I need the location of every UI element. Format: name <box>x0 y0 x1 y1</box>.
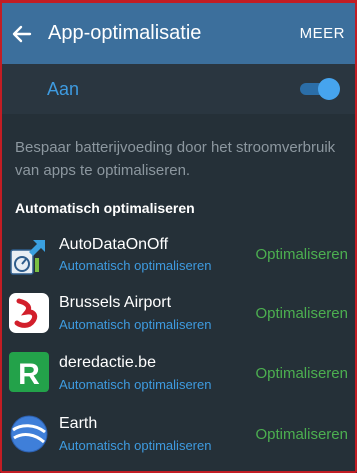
svg-text:R: R <box>18 358 40 391</box>
deredactie-icon: R <box>9 352 49 392</box>
app-row-brussels-airport[interactable]: Brussels Airport Automatisch optimaliser… <box>0 288 357 348</box>
app-row-autodataonoff[interactable]: AutoDataOnOff Automatisch optimaliseren … <box>0 228 357 288</box>
master-toggle-row[interactable]: Aan <box>0 64 357 114</box>
optimize-button[interactable]: Optimaliseren <box>255 305 348 322</box>
optimize-button[interactable]: Optimaliseren <box>255 426 348 443</box>
app-name: Earth <box>59 415 98 432</box>
brussels-airport-icon <box>9 293 49 333</box>
master-toggle-switch[interactable] <box>300 78 340 100</box>
app-name: Brussels Airport <box>59 294 172 311</box>
app-row-deredactie[interactable]: R deredactie.be Automatisch optimalisere… <box>0 348 357 408</box>
section-header: Automatisch optimaliseren <box>15 200 195 216</box>
optimize-button[interactable]: Optimaliseren <box>255 246 348 263</box>
app-status: Automatisch optimaliseren <box>59 438 212 453</box>
autodata-icon <box>10 240 45 275</box>
app-row-earth[interactable]: Earth Automatisch optimaliseren Optimali… <box>0 408 357 468</box>
switch-thumb <box>318 78 340 100</box>
back-button[interactable] <box>2 14 42 54</box>
earth-icon <box>10 415 48 453</box>
page-title: App-optimalisatie <box>48 22 202 44</box>
master-toggle-label: Aan <box>47 79 80 99</box>
app-bar: App-optimalisatie MEER <box>0 0 357 64</box>
app-status: Automatisch optimaliseren <box>59 317 212 332</box>
app-status: Automatisch optimaliseren <box>59 377 212 392</box>
app-name: deredactie.be <box>59 354 156 371</box>
app-status: Automatisch optimaliseren <box>59 258 212 273</box>
optimize-button[interactable]: Optimaliseren <box>255 365 348 382</box>
app-name: AutoDataOnOff <box>59 236 169 253</box>
more-button[interactable]: MEER <box>300 25 345 42</box>
description-text: Bespaar batterijvoeding door het stroomv… <box>15 139 336 179</box>
back-arrow-icon <box>12 25 32 42</box>
